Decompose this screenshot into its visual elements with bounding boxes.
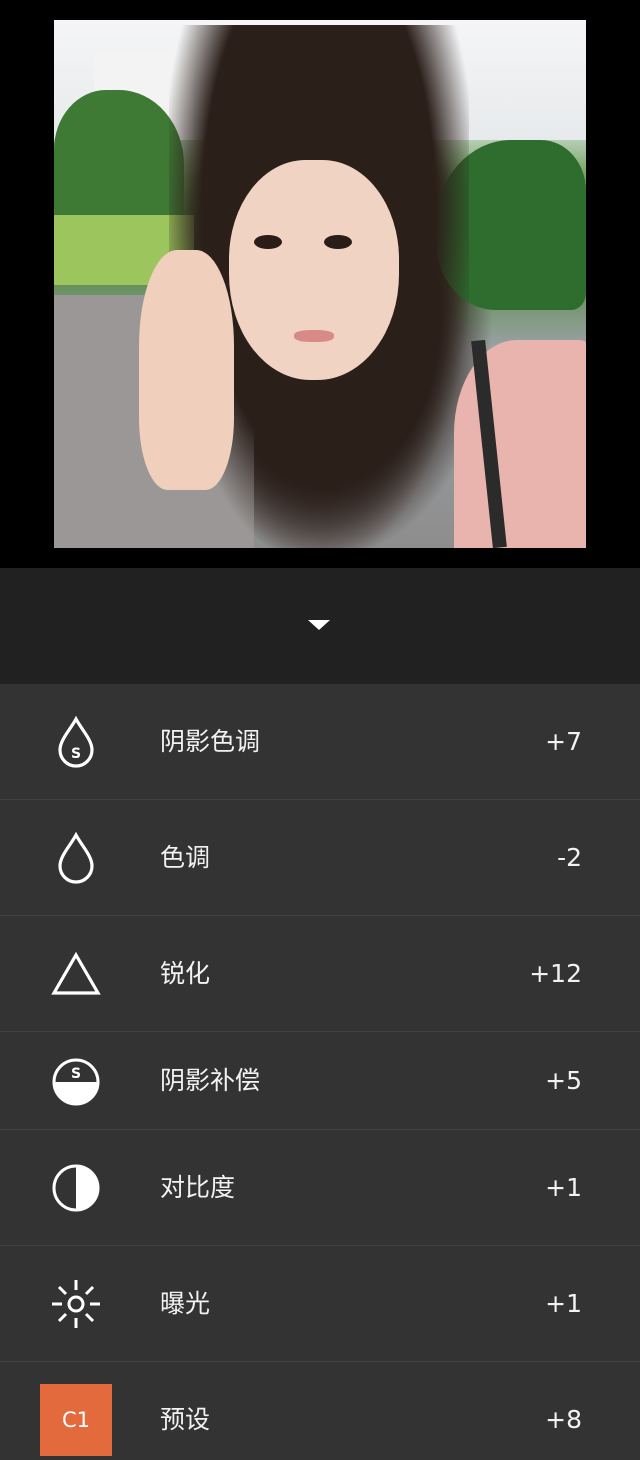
preset-badge: C1: [40, 1384, 112, 1456]
photo-face: [229, 160, 399, 380]
adjustment-row-shadow-tint[interactable]: S 阴影色调 +7: [0, 684, 640, 800]
adjustment-list: S 阴影色调 +7 色调 -2 锐化 +12 S 阴影补偿 +5 对比度 +1 …: [0, 684, 640, 1460]
adjustment-label: 阴影色调: [160, 727, 261, 756]
adjustment-value: +7: [545, 727, 582, 756]
sharpen-triangle-icon: [48, 946, 104, 1002]
preset-badge-icon: C1: [40, 1384, 112, 1456]
adjustment-row-tint[interactable]: 色调 -2: [0, 800, 640, 916]
adjustment-value: +8: [545, 1405, 582, 1434]
shadow-tint-drop-icon: S: [48, 714, 104, 770]
photo-hand: [139, 250, 234, 490]
photo-eye-left: [254, 235, 282, 249]
photo-eye-right: [324, 235, 352, 249]
adjustment-label: 预设: [160, 1405, 211, 1434]
adjustment-value: +1: [545, 1289, 582, 1318]
photo-preview-area: [0, 0, 640, 568]
adjustment-row-sharpen[interactable]: 锐化 +12: [0, 916, 640, 1032]
photo-preview[interactable]: [54, 20, 586, 548]
adjustment-row-shadow-save[interactable]: S 阴影补偿 +5: [0, 1032, 640, 1130]
adjustment-value: -2: [557, 843, 582, 872]
adjustment-label: 锐化: [160, 959, 211, 988]
adjustment-value: +12: [529, 959, 582, 988]
adjustment-value: +5: [545, 1066, 582, 1095]
panel-collapse-bar[interactable]: [0, 568, 640, 684]
adjustment-label: 对比度: [160, 1173, 236, 1202]
adjustment-value: +1: [545, 1173, 582, 1202]
adjustment-row-preset[interactable]: C1 预设 +8: [0, 1362, 640, 1460]
svg-text:S: S: [71, 746, 81, 762]
adjustment-label: 色调: [160, 843, 211, 872]
svg-text:S: S: [71, 1066, 81, 1082]
shadow-save-icon: S: [48, 1054, 104, 1110]
adjustment-label: 曝光: [160, 1289, 211, 1318]
adjustment-row-contrast[interactable]: 对比度 +1: [0, 1130, 640, 1246]
contrast-icon: [48, 1160, 104, 1216]
adjustment-label: 阴影补偿: [160, 1066, 261, 1095]
tint-drop-icon: [48, 830, 104, 886]
adjustment-row-exposure[interactable]: 曝光 +1: [0, 1246, 640, 1362]
exposure-sun-icon: [48, 1276, 104, 1332]
photo-lips: [294, 330, 334, 342]
collapse-caret-icon[interactable]: [308, 620, 330, 630]
